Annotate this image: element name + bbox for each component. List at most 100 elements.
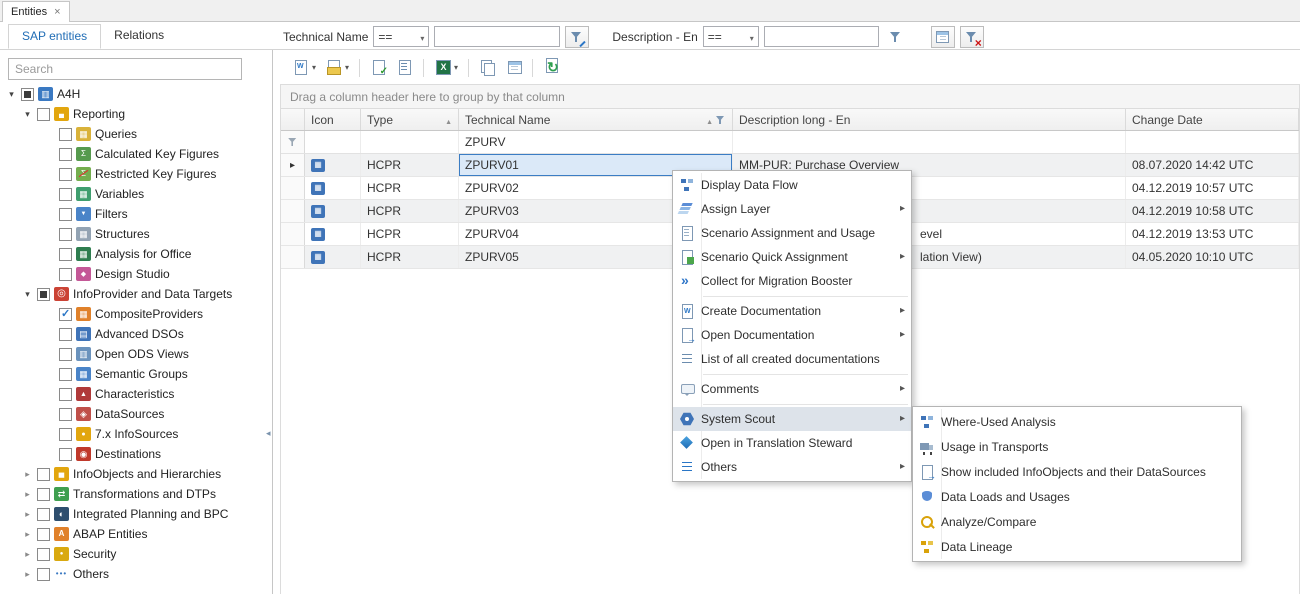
tree-checkbox[interactable] <box>59 388 72 401</box>
column-header-description[interactable]: Description long - En <box>733 109 1126 130</box>
tree-item[interactable]: InfoObjects and Hierarchies <box>0 464 271 484</box>
toolbar-button[interactable] <box>539 54 565 80</box>
tree-checkbox[interactable] <box>59 228 72 241</box>
submenu-item[interactable]: Data Loads and Usages <box>913 484 1241 509</box>
tree-item[interactable]: CompositeProviders <box>0 304 271 324</box>
filter-cell-type[interactable] <box>361 131 459 153</box>
submenu-item[interactable]: Where-Used Analysis <box>913 409 1241 434</box>
technical-name-operator-select[interactable]: == <box>373 26 429 47</box>
tree-checkbox[interactable] <box>59 328 72 341</box>
tree-checkbox[interactable] <box>37 108 50 121</box>
tree-checkbox[interactable] <box>59 128 72 141</box>
tree-expander-icon[interactable] <box>22 570 33 579</box>
tree-expander-icon[interactable] <box>22 110 33 119</box>
tree-item[interactable]: Semantic Groups <box>0 364 271 384</box>
tree-item[interactable]: ABAP Entities <box>0 524 271 544</box>
tree-expander-icon[interactable] <box>22 490 33 499</box>
tree-checkbox[interactable] <box>59 408 72 421</box>
tree-item[interactable]: Destinations <box>0 444 271 464</box>
filter-cell-change-date[interactable] <box>1126 131 1299 153</box>
apply-filter-button[interactable] <box>884 26 908 48</box>
toolbar-button[interactable] <box>321 54 354 80</box>
tree-item[interactable]: Variables <box>0 184 271 204</box>
tree-item[interactable]: Calculated Key Figures <box>0 144 271 164</box>
submenu-item[interactable]: Data Lineage <box>913 534 1241 559</box>
technical-name-filter-input[interactable] <box>434 26 560 47</box>
context-menu-item[interactable]: Others <box>673 455 911 479</box>
context-menu-item[interactable]: Comments <box>673 377 911 401</box>
tab-entities[interactable]: Entities × <box>2 1 70 22</box>
tree-item[interactable]: Security <box>0 544 271 564</box>
context-menu-item[interactable]: System Scout <box>673 407 911 431</box>
column-header-type[interactable]: Type <box>361 109 459 130</box>
search-input[interactable] <box>8 58 242 80</box>
tree-item[interactable]: Filters <box>0 204 271 224</box>
toolbar-button[interactable] <box>501 54 527 80</box>
context-menu-item[interactable]: Assign Layer <box>673 197 911 221</box>
context-menu-item[interactable]: Open Documentation <box>673 323 911 347</box>
tree-expander-icon[interactable] <box>22 470 33 479</box>
tree-item[interactable]: 7.x InfoSources <box>0 424 271 444</box>
context-menu-item[interactable]: Display Data Flow <box>673 173 911 197</box>
tree-item[interactable]: DataSources <box>0 404 271 424</box>
context-menu-item[interactable]: Create Documentation <box>673 299 911 323</box>
tree-item[interactable]: Integrated Planning and BPC <box>0 504 271 524</box>
filter-active-icon[interactable] <box>716 115 726 125</box>
tree-checkbox[interactable] <box>59 368 72 381</box>
tree-checkbox[interactable] <box>59 168 72 181</box>
tree-expander-icon[interactable] <box>22 550 33 559</box>
tree-expander-icon[interactable] <box>22 510 33 519</box>
filter-cell-description[interactable] <box>733 131 1126 153</box>
tree-checkbox[interactable] <box>59 268 72 281</box>
tree-checkbox[interactable] <box>37 468 50 481</box>
tree-checkbox[interactable] <box>59 428 72 441</box>
tree-expander-icon[interactable] <box>22 290 33 299</box>
column-header-technical-name[interactable]: Technical Name <box>459 109 733 130</box>
subtab[interactable]: Relations <box>101 24 177 49</box>
column-header-change-date[interactable]: Change Date <box>1126 109 1299 130</box>
tree-checkbox[interactable] <box>59 348 72 361</box>
context-menu-item[interactable]: List of all created documentations <box>673 347 911 371</box>
tree-item[interactable]: Open ODS Views <box>0 344 271 364</box>
tree-checkbox[interactable] <box>37 288 50 301</box>
tree-checkbox[interactable] <box>59 248 72 261</box>
tree-checkbox[interactable] <box>37 568 50 581</box>
tree-item[interactable]: Restricted Key Figures <box>0 164 271 184</box>
filter-panel-button[interactable] <box>931 26 955 48</box>
submenu-item[interactable]: Show included InfoObjects and their Data… <box>913 459 1241 484</box>
tree-checkbox[interactable] <box>21 88 34 101</box>
group-by-bar[interactable]: Drag a column header here to group by th… <box>280 84 1300 109</box>
tree-item[interactable]: Design Studio <box>0 264 271 284</box>
context-menu-item[interactable]: Scenario Assignment and Usage <box>673 221 911 245</box>
description-filter-input[interactable] <box>764 26 879 47</box>
tree-item[interactable]: Structures <box>0 224 271 244</box>
tree-expander-icon[interactable] <box>6 90 17 99</box>
subtab[interactable]: SAP entities <box>8 24 101 49</box>
tree-checkbox[interactable] <box>59 148 72 161</box>
tree-item[interactable]: Advanced DSOs <box>0 324 271 344</box>
toolbar-button[interactable] <box>366 54 392 80</box>
tree-checkbox[interactable] <box>37 528 50 541</box>
tree-item[interactable]: Others <box>0 564 271 584</box>
context-menu-item[interactable]: Scenario Quick Assignment <box>673 245 911 269</box>
close-icon[interactable]: × <box>54 7 60 18</box>
submenu-item[interactable]: Analyze/Compare <box>913 509 1241 534</box>
toolbar-button[interactable] <box>430 54 463 80</box>
filter-edit-button[interactable] <box>565 26 589 48</box>
toolbar-button[interactable] <box>475 54 501 80</box>
tree-item[interactable]: Characteristics <box>0 384 271 404</box>
tree-checkbox[interactable] <box>59 208 72 221</box>
tree-item[interactable]: Reporting <box>0 104 271 124</box>
tree-item[interactable]: Queries <box>0 124 271 144</box>
filter-cell-icon[interactable] <box>305 131 361 153</box>
tree-checkbox[interactable] <box>59 308 72 321</box>
panel-collapse-arrow-icon[interactable] <box>266 428 275 446</box>
tree-item[interactable]: Analysis for Office <box>0 244 271 264</box>
tree-checkbox[interactable] <box>37 548 50 561</box>
tree-checkbox[interactable] <box>59 448 72 461</box>
tree-item[interactable]: Transformations and DTPs <box>0 484 271 504</box>
clear-filter-button[interactable] <box>960 26 984 48</box>
tree-expander-icon[interactable] <box>22 530 33 539</box>
column-header-icon[interactable]: Icon <box>305 109 361 130</box>
toolbar-button[interactable] <box>392 54 418 80</box>
